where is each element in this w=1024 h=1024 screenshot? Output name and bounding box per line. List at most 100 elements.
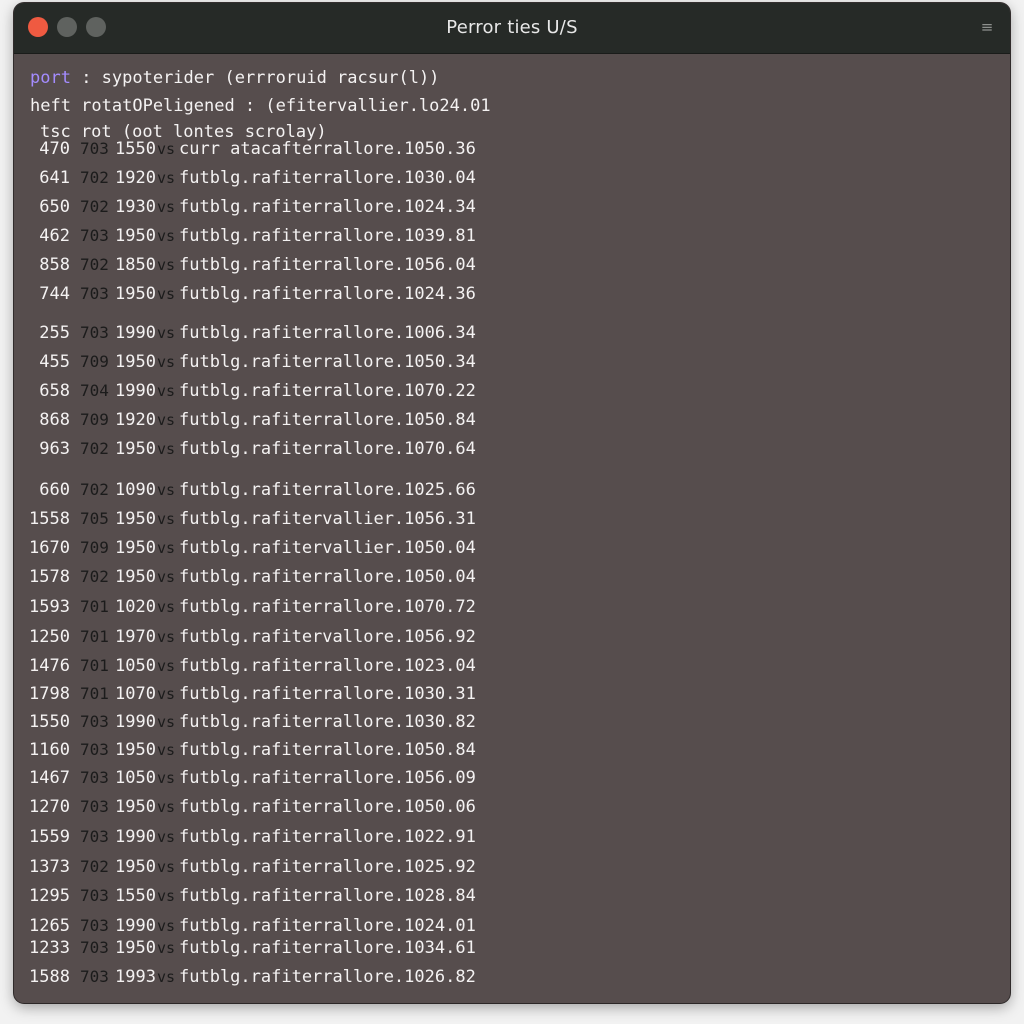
row-col-c2: 703	[80, 226, 109, 245]
row-col-c3: 1950	[115, 797, 156, 817]
row-col-c2: 701	[80, 627, 109, 646]
row-col-c5: curr atacafterrallore.1050.36	[179, 139, 476, 159]
row-col-c5: futblg.rafitervallier.1050.04	[179, 538, 476, 558]
row-col-c2: 702	[80, 480, 109, 499]
row-col-c5: futblg.rafiterrallore.1030.04	[179, 168, 476, 188]
row-col-c5: futblg.rafiterrallore.1070.22	[179, 381, 476, 401]
row-col-c1: 1160	[29, 740, 70, 760]
row-col-c2: 703	[80, 323, 109, 342]
row-col-c3: 1550	[115, 886, 156, 906]
row-col-c5: futblg.rafiterrallore.1050.06	[179, 797, 476, 817]
row-col-c2: 704	[80, 381, 109, 400]
row-col-c3: 1930	[115, 197, 156, 217]
row-col-c1: 462	[39, 226, 70, 246]
row-col-c4: vs	[157, 169, 176, 187]
row-col-c1: 658	[39, 381, 70, 401]
row-col-c1: 660	[39, 480, 70, 500]
header-line-1-text: : sypoterider (errroruid racsur(l))	[70, 68, 440, 88]
row-col-c1: 641	[39, 168, 70, 188]
row-col-c3: 1090	[115, 480, 156, 500]
row-col-c2: 701	[80, 684, 109, 703]
row-col-c5: futblg.rafiterrallore.1030.31	[179, 684, 476, 704]
keyword-port: port	[30, 68, 71, 88]
row-col-c1: 868	[39, 410, 70, 430]
row-col-c4: vs	[157, 769, 176, 787]
row-col-c2: 703	[80, 967, 109, 986]
row-col-c4: vs	[157, 285, 176, 303]
row-col-c1: 1588	[29, 967, 70, 987]
row-col-c2: 703	[80, 797, 109, 816]
row-col-c4: vs	[157, 628, 176, 646]
row-col-c4: vs	[157, 968, 176, 986]
row-col-c1: 1578	[29, 567, 70, 587]
header-line-2: heft rotatOPeligened : (efitervallier.lo…	[30, 96, 491, 116]
row-col-c1: 1550	[29, 712, 70, 732]
row-col-c4: vs	[157, 440, 176, 458]
row-col-c3: 1950	[115, 284, 156, 304]
row-col-c2: 702	[80, 168, 109, 187]
row-col-c1: 963	[39, 439, 70, 459]
row-col-c2: 709	[80, 352, 109, 371]
row-col-c3: 1950	[115, 740, 156, 760]
row-col-c5: futblg.rafiterrallore.1024.01	[179, 916, 476, 936]
row-col-c1: 1265	[29, 916, 70, 936]
row-col-c5: futblg.rafiterrallore.1028.84	[179, 886, 476, 906]
row-col-c1: 470	[39, 139, 70, 159]
row-col-c5: futblg.rafiterrallore.1050.84	[179, 740, 476, 760]
row-col-c3: 1920	[115, 168, 156, 188]
row-col-c1: 1559	[29, 827, 70, 847]
row-col-c2: 702	[80, 857, 109, 876]
terminal-content[interactable]: port : sypoterider (errroruid racsur(l))…	[14, 54, 1010, 1003]
menu-icon[interactable]: ≡	[978, 17, 996, 37]
row-col-c2: 702	[80, 439, 109, 458]
row-col-c1: 255	[39, 323, 70, 343]
row-col-c1: 1467	[29, 768, 70, 788]
row-col-c3: 1950	[115, 352, 156, 372]
row-col-c3: 1993	[115, 967, 156, 987]
row-col-c3: 1950	[115, 439, 156, 459]
row-col-c3: 1950	[115, 567, 156, 587]
row-col-c4: vs	[157, 353, 176, 371]
row-col-c4: vs	[157, 713, 176, 731]
row-col-c5: futblg.rafiterrallore.1050.84	[179, 410, 476, 430]
row-col-c2: 703	[80, 938, 109, 957]
row-col-c5: futblg.rafiterrallore.1070.72	[179, 597, 476, 617]
row-col-c3: 1920	[115, 410, 156, 430]
header-line-1: port : sypoterider (errroruid racsur(l))	[30, 68, 439, 88]
row-col-c5: futblg.rafiterrallore.1070.64	[179, 439, 476, 459]
row-col-c2: 703	[80, 768, 109, 787]
row-col-c5: futblg.rafiterrallore.1006.34	[179, 323, 476, 343]
row-col-c4: vs	[157, 939, 176, 957]
row-col-c4: vs	[157, 510, 176, 528]
row-col-c4: vs	[157, 324, 176, 342]
row-col-c4: vs	[157, 481, 176, 499]
row-col-c4: vs	[157, 140, 176, 158]
row-col-c5: futblg.rafiterrallore.1022.91	[179, 827, 476, 847]
row-col-c3: 1070	[115, 684, 156, 704]
row-col-c5: futblg.rafiterrallore.1034.61	[179, 938, 476, 958]
row-col-c4: vs	[157, 198, 176, 216]
row-col-c1: 1476	[29, 656, 70, 676]
row-col-c1: 1233	[29, 938, 70, 958]
title-bar: Perror ties U/S ≡	[14, 3, 1010, 54]
row-col-c5: futblg.rafiterrallore.1024.34	[179, 197, 476, 217]
row-col-c3: 1990	[115, 381, 156, 401]
row-col-c1: 1593	[29, 597, 70, 617]
row-col-c3: 1050	[115, 768, 156, 788]
row-col-c2: 702	[80, 255, 109, 274]
row-col-c5: futblg.rafiterrallore.1026.82	[179, 967, 476, 987]
row-col-c4: vs	[157, 227, 176, 245]
row-col-c5: futblg.rafiterrallore.1025.66	[179, 480, 476, 500]
row-col-c1: 1798	[29, 684, 70, 704]
row-col-c4: vs	[157, 598, 176, 616]
row-col-c4: vs	[157, 539, 176, 557]
row-col-c4: vs	[157, 382, 176, 400]
row-col-c2: 703	[80, 740, 109, 759]
row-col-c5: futblg.rafiterrallore.1024.36	[179, 284, 476, 304]
row-col-c5: futblg.rafiterrallore.1056.04	[179, 255, 476, 275]
row-col-c3: 1050	[115, 656, 156, 676]
row-col-c2: 701	[80, 656, 109, 675]
row-col-c4: vs	[157, 798, 176, 816]
row-col-c3: 1950	[115, 226, 156, 246]
row-col-c1: 1250	[29, 627, 70, 647]
